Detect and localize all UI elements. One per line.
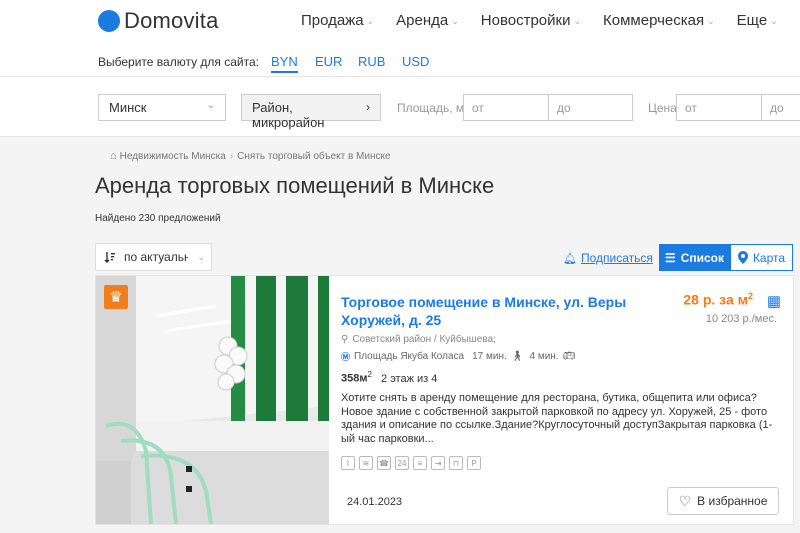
nav-item-more[interactable]: Еще ⌄ — [737, 12, 778, 29]
chevron-down-icon: ⌄ — [707, 16, 715, 26]
calculator-icon[interactable]: ▦ — [767, 292, 781, 310]
subscribe-label: Подписаться — [580, 251, 653, 265]
listing-price-month: 10 203 р./мес. — [705, 313, 777, 325]
view-list-label: Список — [680, 250, 725, 265]
address-text: Советский район / Куйбышева; — [352, 334, 496, 345]
currency-bar: Выберите валюту для сайта: BYN EUR RUB U… — [0, 44, 800, 77]
breadcrumb-item[interactable]: Недвижимость Минска — [120, 151, 226, 162]
transport-time: 4 мин. — [529, 351, 559, 362]
main-nav: Продажа ⌄ Аренда ⌄ Новостройки ⌄ Коммерческ… — [301, 12, 778, 29]
nav-item-sale[interactable]: Продажа ⌄ — [301, 12, 374, 29]
nav-item-label: Коммерческая — [603, 12, 705, 29]
home-icon: ⌂ — [110, 150, 117, 162]
results-count: Найдено 230 предложений — [95, 213, 221, 224]
listing-date: 24.01.2023 — [347, 496, 403, 508]
sort-value: по актуальности — [124, 250, 188, 264]
logo-dot-icon — [98, 10, 120, 32]
price-unit-sup: 2 — [747, 291, 753, 301]
logo-text: Domovita — [124, 8, 219, 33]
listing-metro: Ⓜ Площадь Якуба Коласа 17 мин. 🚶︎ 4 мин.… — [341, 350, 575, 363]
floor-value: 2 этаж из 4 — [381, 372, 438, 385]
city-select[interactable]: Минск ⌄ — [98, 94, 226, 121]
currency-byn[interactable]: BYN — [271, 54, 298, 73]
chevron-down-icon: ⌄ — [770, 16, 778, 26]
heart-icon: ♡ — [678, 492, 692, 509]
nav-item-label: Новостройки — [480, 12, 571, 29]
district-label: Район, микрорайон — [252, 100, 325, 130]
sort-icon — [104, 252, 115, 263]
add-to-favorites-button[interactable]: ♡ В избранное — [667, 487, 779, 515]
listing-address: ⚲ Советский район / Куйбышева; — [341, 334, 496, 345]
bell-icon: 🔔︎ — [563, 252, 577, 265]
nav-item-commercial[interactable]: Коммерческая ⌄ — [603, 12, 715, 29]
favorites-label: В избранное — [697, 494, 768, 508]
metro-icon: Ⓜ — [341, 352, 351, 362]
walk-time: 17 мин. — [472, 351, 507, 362]
area-value: 358м — [341, 372, 368, 385]
subscribe-link[interactable]: 🔔︎ Подписаться — [563, 251, 653, 265]
map-pin-icon — [737, 251, 748, 264]
city-value: Минск — [109, 100, 147, 115]
sort-select[interactable]: по актуальности ⌄ — [95, 243, 212, 271]
currency-eur[interactable]: EUR — [315, 54, 342, 69]
nav-item-rent[interactable]: Аренда ⌄ — [396, 12, 459, 29]
price-to-input[interactable]: до — [761, 94, 800, 121]
view-list-button[interactable]: ☰ Список — [659, 244, 730, 271]
chevron-down-icon: ⌄ — [197, 251, 205, 262]
heating-icon: ≋ — [359, 456, 373, 470]
area-to-input[interactable]: до — [548, 94, 633, 121]
price-from-input[interactable]: от — [676, 94, 762, 121]
location-pin-icon: ⚲ — [341, 334, 349, 345]
district-button[interactable]: Район, микрорайон › — [241, 94, 381, 130]
area-sup: 2 — [367, 370, 372, 379]
nav-item-label: Еще — [736, 12, 768, 29]
chevron-down-icon: ⌄ — [451, 16, 459, 26]
list-icon: ☰ — [664, 250, 676, 265]
nav-item-new-buildings[interactable]: Новостройки ⌄ — [481, 12, 581, 29]
view-map-label: Карта — [752, 250, 786, 265]
listing-specs: 358м2 2 этаж из 4 — [341, 370, 437, 385]
listing-photo[interactable]: ♛ — [96, 276, 329, 524]
breadcrumb-separator: › — [229, 150, 234, 162]
walk-icon: 🚶︎ — [510, 351, 524, 362]
price-value: 28 р. за м — [683, 291, 748, 308]
listing-title[interactable]: Торговое помещение в Минске, ул. Веры Хо… — [341, 293, 631, 329]
chevron-down-icon: ⌄ — [573, 16, 582, 26]
filters-bar: Минск ⌄ Район, микрорайон › Площадь, м² … — [0, 77, 800, 137]
parking-icon: P — [467, 456, 481, 470]
view-map-button[interactable]: Карта — [730, 244, 793, 271]
breadcrumb-item[interactable]: Снять торговый объект в Минске — [237, 151, 390, 162]
breadcrumb: ⌂ Недвижимость Минска › Снять торговый о… — [110, 150, 391, 162]
water-icon: ⌇ — [341, 456, 355, 470]
document-icon: ≡ — [413, 456, 427, 470]
listing-price: 28 р. за м2 — [683, 291, 753, 308]
24h-icon: 24 — [395, 456, 409, 470]
logo[interactable]: Domovita — [98, 8, 219, 34]
price-label: Цена — [648, 101, 677, 115]
currency-rub[interactable]: RUB — [358, 54, 385, 69]
listing-description: Хотите снять в аренду помещение для рест… — [341, 392, 773, 445]
listing-photo-image — [96, 276, 329, 524]
area-from-input[interactable]: от — [463, 94, 549, 121]
currency-label: Выберите валюту для сайта: — [98, 55, 259, 69]
chevron-down-icon: ⌄ — [366, 16, 375, 26]
nav-item-label: Аренда — [396, 12, 449, 29]
bus-icon: 🚌︎ — [562, 351, 576, 362]
site-header: Domovita Продажа ⌄ Аренда ⌄ Новостройки ⌄ К… — [0, 0, 800, 44]
entrance-icon: ⇥ — [431, 456, 445, 470]
crown-icon: ♛ — [104, 285, 128, 309]
page-title: Аренда торговых помещений в Минске — [95, 173, 495, 198]
chevron-down-icon: ⌄ — [206, 100, 215, 111]
nav-item-label: Продажа — [301, 12, 364, 29]
metro-station: Площадь Якуба Коласа — [354, 351, 465, 362]
area-label: Площадь, м² — [397, 101, 469, 115]
currency-usd[interactable]: USD — [402, 54, 429, 69]
phone-icon: ☎ — [377, 456, 391, 470]
furniture-icon: ⊓ — [449, 456, 463, 470]
chevron-right-icon: › — [366, 100, 370, 114]
listing-card[interactable]: ♛ Торговое помещение в Минске, ул. Веры … — [95, 275, 794, 525]
amenities-list: ⌇ ≋ ☎ 24 ≡ ⇥ ⊓ P — [341, 456, 481, 470]
